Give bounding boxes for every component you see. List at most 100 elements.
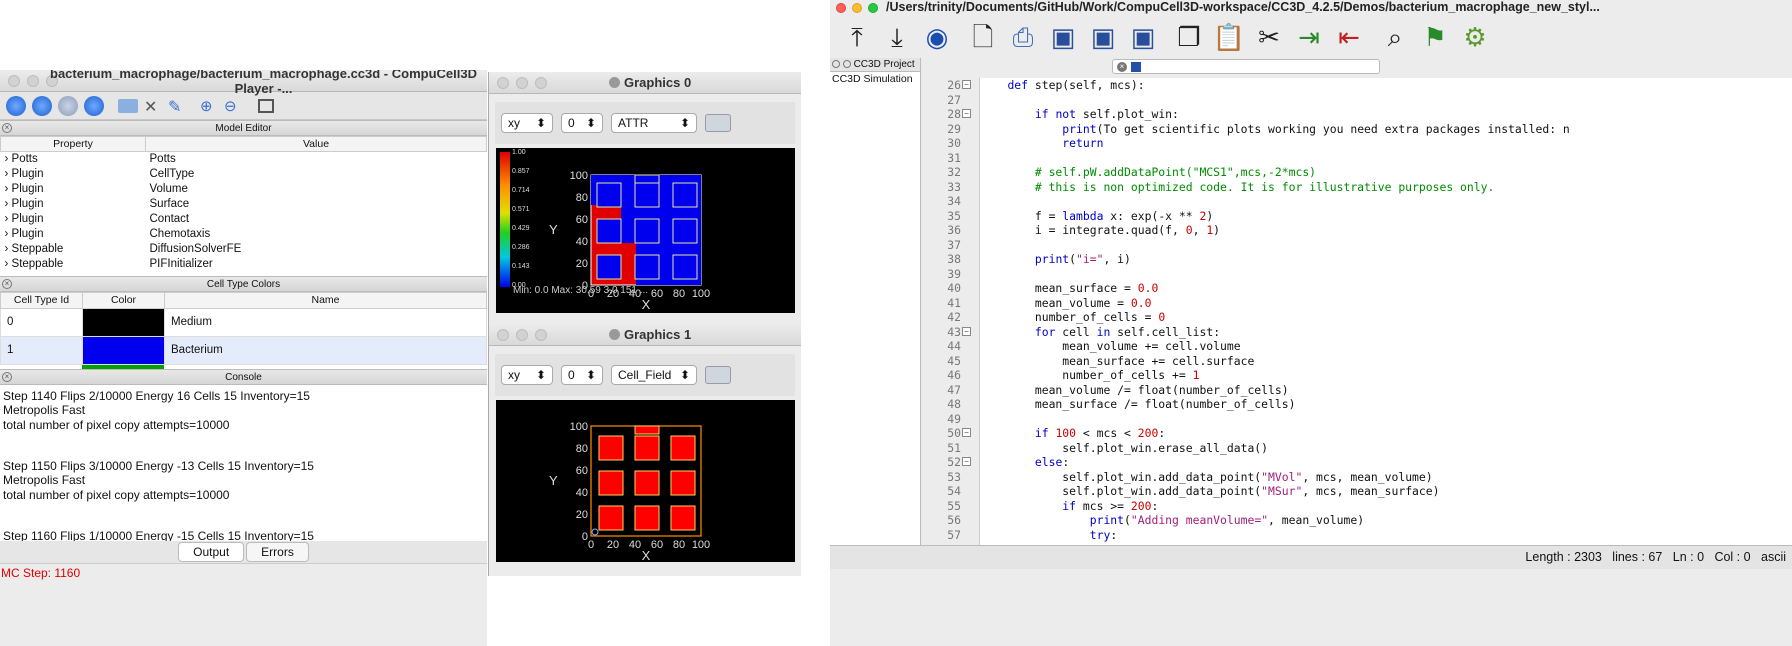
line-number: 36	[947, 223, 961, 237]
new-file-icon[interactable]: 🗋	[966, 21, 1000, 55]
step-icon[interactable]	[32, 95, 52, 116]
tab-errors[interactable]: Errors	[246, 541, 309, 562]
property-value: CellType	[149, 168, 195, 180]
cut-icon[interactable]: ✂	[1252, 21, 1286, 55]
close-dot[interactable]	[497, 328, 509, 341]
property-row[interactable]: › Potts Potts	[1, 152, 487, 167]
property-name: › Steppable	[4, 258, 64, 270]
close-dot[interactable]	[8, 74, 20, 87]
section-close-icon[interactable]: ×	[2, 371, 12, 382]
indent-icon[interactable]: ⇥	[1292, 21, 1326, 55]
flag-icon[interactable]: ⚑	[1418, 21, 1452, 55]
table-row[interactable]: 0 Medium	[0, 307, 487, 337]
property-name: › Plugin	[4, 228, 44, 240]
fold-toggle-icon[interactable]: −	[962, 109, 971, 118]
cell	[670, 435, 696, 461]
copy-icon[interactable]: ❐	[1172, 21, 1206, 55]
open-folder-icon[interactable]	[118, 98, 138, 113]
close-dot[interactable]	[497, 76, 509, 89]
property-name: › Plugin	[4, 168, 44, 180]
minimize-dot[interactable]	[27, 74, 39, 87]
fold-toggle-icon[interactable]: −	[962, 428, 971, 437]
property-row[interactable]: › Steppable PIFInitializer	[1, 257, 487, 272]
pause-icon[interactable]	[58, 95, 78, 116]
save-icon	[1131, 62, 1141, 72]
color-swatch[interactable]	[82, 335, 165, 365]
slice-spinbox[interactable]: 0 ⬍	[561, 365, 603, 385]
line-number: 57	[947, 527, 961, 542]
edit-icon[interactable]: ✎	[168, 97, 186, 116]
table-row[interactable]: 1 Bacterium	[0, 335, 487, 365]
zoom-dot[interactable]	[535, 76, 547, 89]
graphics-1-title: Graphics 1	[609, 327, 691, 342]
property-row[interactable]: › Steppable DiffusionSolverFE	[1, 242, 487, 257]
close-dot[interactable]	[836, 3, 846, 13]
plane-select[interactable]: xy ⬍	[501, 113, 553, 133]
upload-icon[interactable]: ⤒	[840, 21, 874, 55]
zoom-dot[interactable]	[46, 74, 58, 87]
code-line: mean_volume = 0.0	[980, 295, 1152, 310]
editor-title: /Users/trinity/Documents/GitHub/Work/Com…	[886, 0, 1600, 14]
field-select[interactable]: Cell_Field ⬍	[611, 365, 697, 385]
zoom-dot[interactable]	[535, 328, 547, 341]
console-output[interactable]: Step 1140 Flips 2/10000 Energy 16 Cells …	[0, 384, 487, 541]
settings-icon[interactable]: ⚙	[1458, 21, 1492, 55]
unindent-icon[interactable]: ⇤	[1332, 21, 1366, 55]
paste-icon[interactable]: 📋	[1212, 21, 1246, 55]
zoom-out-icon[interactable]: ⊖	[224, 97, 242, 115]
field-select[interactable]: ATTR ⬍	[611, 113, 697, 133]
code-line: print("Adding meanVolume=", mean_volume)	[1089, 513, 1365, 527]
plane-select[interactable]: xy ⬍	[501, 365, 553, 385]
minimize-dot[interactable]	[852, 3, 862, 13]
property-value: PIFInitializer	[149, 258, 213, 270]
project-item[interactable]: CC3D Simulation	[830, 73, 920, 85]
tab-close-icon[interactable]: ×	[1117, 62, 1127, 72]
line-number: 34	[947, 194, 961, 208]
property-row[interactable]: › Plugin CellType	[1, 167, 487, 182]
zoom-dot[interactable]	[868, 3, 878, 13]
property-row[interactable]: › Plugin Contact	[1, 212, 487, 227]
color-swatch[interactable]	[82, 307, 165, 337]
section-close-icon[interactable]: ×	[2, 123, 12, 133]
fold-toggle-icon[interactable]: −	[962, 80, 971, 89]
code-line: mean_surface = 0.0	[980, 281, 1159, 295]
line-number: 43	[947, 324, 961, 339]
project-tab[interactable]: CC3D Project	[830, 58, 920, 72]
line-number: 52	[947, 455, 961, 469]
slice-spinbox[interactable]: 0 ⬍	[561, 113, 603, 133]
save-as-icon[interactable]: ▣	[1086, 21, 1120, 55]
run-icon[interactable]	[6, 95, 26, 116]
cell-type-name: Bacterium	[164, 335, 487, 365]
save-all-icon[interactable]: ▣	[1126, 21, 1160, 55]
fold-toggle-icon[interactable]: −	[962, 457, 971, 466]
zoom-in-icon[interactable]: ⊕	[200, 97, 218, 115]
col-name: Name	[164, 291, 487, 309]
property-row[interactable]: › Plugin Surface	[1, 197, 487, 212]
graphics-1-window: Graphics 1 xy ⬍ 0 ⬍ Cell_Field ⬍ 0 0 20 20 40 40…	[488, 324, 801, 576]
property-name: › Plugin	[4, 183, 44, 195]
property-row[interactable]: › Plugin Volume	[1, 182, 487, 197]
save-icon[interactable]: ▣	[1046, 21, 1080, 55]
cc3d-logo-icon[interactable]: ◉	[920, 21, 954, 55]
property-row[interactable]: › Plugin Chemotaxis	[1, 227, 487, 242]
camera-icon[interactable]	[705, 366, 731, 384]
cell	[596, 218, 622, 244]
graphics-1-canvas[interactable]: 00 20 20 40 40 60 60 80 80 100 100 X Y	[496, 400, 795, 562]
fold-toggle-icon[interactable]: −	[962, 326, 971, 336]
minimize-dot[interactable]	[516, 76, 528, 89]
minimize-dot[interactable]	[516, 328, 528, 341]
find-icon[interactable]: ⌕	[1378, 21, 1412, 55]
section-close-icon[interactable]: ×	[2, 278, 12, 289]
line-number: 56	[947, 513, 961, 527]
print-icon[interactable]: ⎙	[1006, 21, 1040, 55]
graphics-0-canvas[interactable]: 1.000.8570.7140.5710.4290.2860.1430.0000…	[496, 148, 795, 313]
code-content[interactable]: def step(self, mcs): if not self.plot_wi…	[980, 78, 1792, 542]
file-tab[interactable]: ×	[1112, 59, 1380, 74]
download-icon[interactable]: ⤓	[880, 21, 914, 55]
stop-icon[interactable]	[84, 95, 104, 116]
new-window-icon[interactable]	[258, 98, 274, 113]
tab-output[interactable]: Output	[178, 541, 245, 562]
tools-icon[interactable]: ✕	[144, 97, 162, 116]
cell-type-id: 0	[0, 307, 83, 337]
camera-icon[interactable]	[705, 114, 731, 132]
